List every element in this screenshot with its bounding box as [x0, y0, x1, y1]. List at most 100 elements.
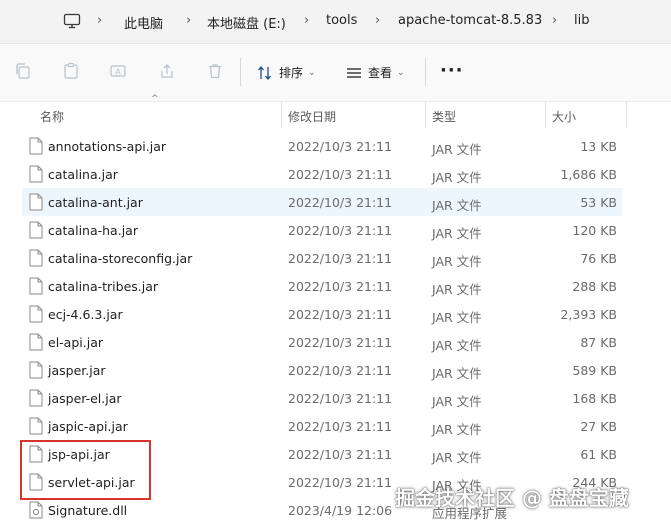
view-label: 查看 — [368, 66, 393, 80]
file-size: 2,393 KB — [560, 307, 617, 322]
file-row[interactable]: jsp-api.jar 2022/10/3 21:11 JAR 文件 61 KB — [22, 440, 622, 468]
jar-file-icon — [29, 473, 43, 491]
file-row[interactable]: jaspic-api.jar 2022/10/3 21:11 JAR 文件 27 KB — [22, 412, 622, 440]
breadcrumb-tools[interactable]: tools — [326, 13, 357, 28]
file-date: 2022/10/3 21:11 — [288, 167, 393, 182]
file-date: 2022/10/3 21:11 — [288, 447, 393, 462]
jar-file-icon — [29, 389, 43, 407]
file-date: 2022/10/3 21:11 — [288, 279, 393, 294]
view-button[interactable]: 查看 ⌄ — [346, 64, 405, 81]
chevron-right-icon: › — [304, 13, 310, 28]
file-date: 2023/4/19 12:06 — [288, 503, 393, 518]
file-name: ecj-4.6.3.jar — [48, 307, 123, 322]
file-size: 76 KB — [580, 251, 617, 266]
watermark: 掘金技术社区 @ 盘盘宝藏 — [395, 486, 629, 510]
paste-icon[interactable] — [62, 62, 80, 80]
jar-file-icon — [29, 277, 43, 295]
file-row[interactable]: catalina-tribes.jar 2022/10/3 21:11 JAR 文件… — [22, 272, 622, 300]
file-size: 87 KB — [580, 335, 617, 350]
column-divider[interactable] — [545, 102, 546, 128]
file-type: JAR 文件 — [432, 422, 482, 437]
file-row[interactable]: jasper-el.jar 2022/10/3 21:11 JAR 文件 168 KB — [22, 384, 622, 412]
file-size: 589 KB — [572, 363, 617, 378]
jar-file-icon — [29, 221, 43, 239]
file-type: JAR 文件 — [432, 282, 482, 297]
file-date: 2022/10/3 21:11 — [288, 307, 393, 322]
column-header-row: 名称 修改日期 类型 大小 — [0, 102, 671, 128]
breadcrumb-lib[interactable]: lib — [574, 13, 589, 28]
file-type: JAR 文件 — [432, 450, 482, 465]
file-type: JAR 文件 — [432, 142, 482, 157]
chevron-right-icon: › — [186, 13, 192, 28]
breadcrumb-this-pc[interactable]: 此电脑 — [124, 13, 163, 32]
jar-file-icon — [29, 249, 43, 267]
chevron-down-icon: ⌄ — [308, 67, 316, 78]
sort-label: 排序 — [279, 66, 304, 80]
file-row[interactable]: annotations-api.jar 2022/10/3 21:11 JAR 文件… — [22, 132, 622, 160]
copy-icon[interactable] — [14, 62, 32, 80]
breadcrumb-drive-e[interactable]: 本地磁盘 (E:) — [207, 13, 286, 32]
file-row[interactable]: catalina.jar 2022/10/3 21:11 JAR 文件 1,686 K… — [22, 160, 622, 188]
file-date: 2022/10/3 21:11 — [288, 195, 393, 210]
file-name: jasper.jar — [48, 363, 106, 378]
command-bar: A 排序 ⌄ 查看 ⌄ ··· — [0, 44, 671, 102]
column-header-size[interactable]: 大小 — [552, 108, 576, 125]
jar-file-icon — [29, 333, 43, 351]
file-size: 120 KB — [572, 223, 617, 238]
delete-icon[interactable] — [206, 62, 224, 80]
file-date: 2022/10/3 21:11 — [288, 475, 393, 490]
column-divider[interactable] — [626, 102, 627, 128]
file-type: JAR 文件 — [432, 366, 482, 381]
column-divider[interactable] — [425, 102, 426, 128]
svg-text:A: A — [115, 68, 121, 77]
sort-button[interactable]: 排序 ⌄ — [257, 64, 316, 81]
rename-icon[interactable]: A — [109, 62, 127, 80]
file-row[interactable]: jasper.jar 2022/10/3 21:11 JAR 文件 589 KB — [22, 356, 622, 384]
jar-file-icon — [29, 305, 43, 323]
sort-icon — [258, 65, 271, 80]
more-options-button[interactable]: ··· — [440, 60, 464, 81]
file-row[interactable]: catalina-ha.jar 2022/10/3 21:11 JAR 文件 120 … — [22, 216, 622, 244]
file-name: catalina-ant.jar — [48, 195, 143, 210]
column-header-date[interactable]: 修改日期 — [288, 108, 336, 125]
file-type: JAR 文件 — [432, 254, 482, 269]
file-name: catalina.jar — [48, 167, 118, 182]
file-type: JAR 文件 — [432, 226, 482, 241]
file-name: annotations-api.jar — [48, 139, 166, 154]
file-date: 2022/10/3 21:11 — [288, 391, 393, 406]
file-name: catalina-storeconfig.jar — [48, 251, 193, 266]
file-row[interactable]: ecj-4.6.3.jar 2022/10/3 21:11 JAR 文件 2,393 … — [22, 300, 622, 328]
address-bar[interactable]: › 此电脑 › 本地磁盘 (E:) › tools › apache-tomca… — [0, 0, 671, 44]
column-header-name[interactable]: 名称 — [40, 108, 64, 125]
column-header-type[interactable]: 类型 — [432, 108, 456, 125]
file-name: jsp-api.jar — [48, 447, 110, 462]
chevron-right-icon: › — [97, 13, 103, 28]
file-size: 13 KB — [580, 139, 617, 154]
jar-file-icon — [29, 137, 43, 155]
file-type: JAR 文件 — [432, 198, 482, 213]
share-icon[interactable] — [158, 62, 176, 80]
chevron-right-icon: › — [375, 13, 381, 28]
computer-icon[interactable] — [63, 12, 81, 30]
breadcrumb-tomcat[interactable]: apache-tomcat-8.5.83 — [398, 13, 542, 28]
file-size: 27 KB — [580, 419, 617, 434]
file-date: 2022/10/3 21:11 — [288, 363, 393, 378]
column-divider[interactable] — [281, 102, 282, 128]
file-row[interactable]: catalina-ant.jar 2022/10/3 21:11 JAR 文件 53 … — [22, 188, 622, 216]
file-date: 2022/10/3 21:11 — [288, 251, 393, 266]
toolbar-separator — [425, 58, 426, 86]
jar-file-icon — [29, 361, 43, 379]
file-row[interactable]: catalina-storeconfig.jar 2022/10/3 21:11 J… — [22, 244, 622, 272]
file-name: el-api.jar — [48, 335, 103, 350]
file-date: 2022/10/3 21:11 — [288, 419, 393, 434]
toolbar-separator — [240, 58, 241, 86]
file-name: catalina-tribes.jar — [48, 279, 159, 294]
file-type: JAR 文件 — [432, 394, 482, 409]
file-name: catalina-ha.jar — [48, 223, 138, 238]
file-row[interactable]: el-api.jar 2022/10/3 21:11 JAR 文件 87 KB — [22, 328, 622, 356]
file-size: 61 KB — [580, 447, 617, 462]
file-size: 288 KB — [572, 279, 617, 294]
jar-file-icon — [29, 445, 43, 463]
file-type: JAR 文件 — [432, 310, 482, 325]
file-date: 2022/10/3 21:11 — [288, 335, 393, 350]
